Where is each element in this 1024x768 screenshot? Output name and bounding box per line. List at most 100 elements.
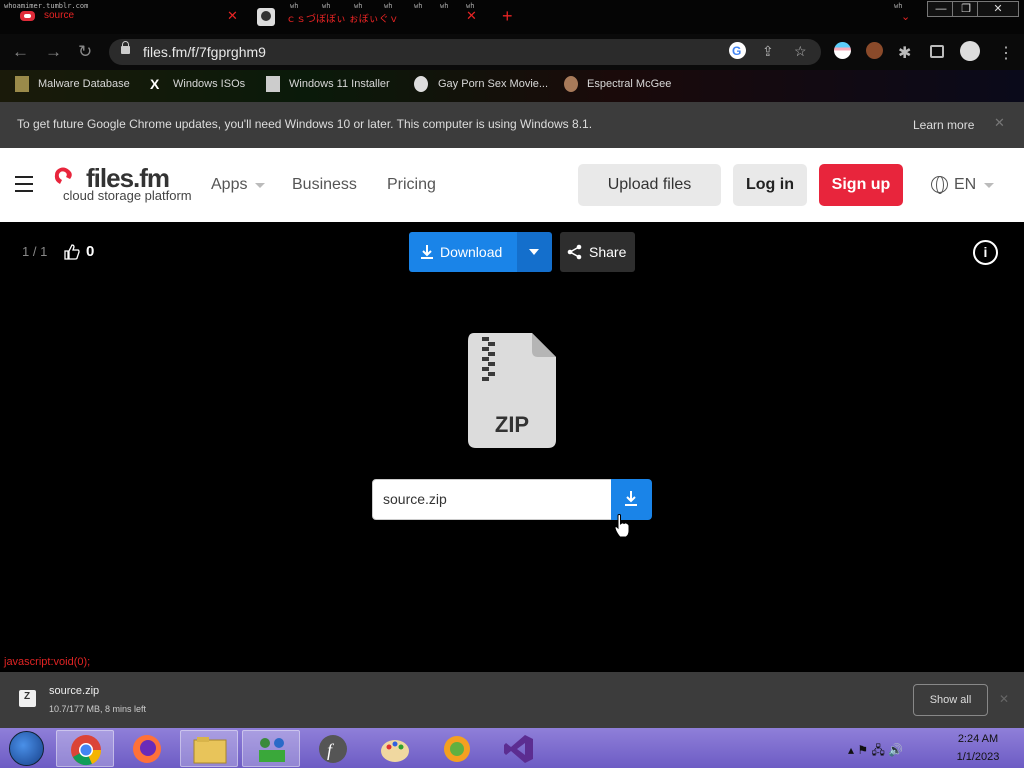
file-type-label: ZIP bbox=[494, 412, 530, 437]
hand-cursor-icon bbox=[614, 514, 630, 538]
share-label: Share bbox=[589, 244, 627, 260]
extension-flag-icon[interactable] bbox=[834, 42, 851, 59]
tab-search-icon[interactable]: ⌄ bbox=[901, 10, 910, 23]
download-label: Download bbox=[440, 244, 503, 260]
system-tray[interactable]: ▴ ⚑ 🖧 🔊 bbox=[848, 741, 903, 762]
page-counter: 1 / 1 bbox=[22, 244, 48, 259]
extensions-puzzle-icon[interactable]: ✱ bbox=[898, 43, 911, 63]
tab-close-icon[interactable]: ✕ bbox=[466, 8, 477, 24]
show-all-button[interactable]: Show all bbox=[913, 684, 988, 716]
bookmark-favicon-icon bbox=[564, 76, 578, 92]
firefox-icon bbox=[133, 735, 161, 763]
taskbar-chrome[interactable] bbox=[56, 730, 114, 767]
start-button[interactable] bbox=[9, 731, 44, 766]
new-tab-button[interactable]: + bbox=[502, 6, 513, 27]
bookmark-malware-database[interactable]: Malware Database bbox=[38, 78, 130, 90]
globe-icon[interactable] bbox=[931, 176, 948, 194]
zip-file-icon[interactable] bbox=[19, 690, 36, 707]
download-icon bbox=[421, 245, 433, 259]
download-button[interactable]: Download bbox=[409, 232, 517, 272]
infobar-text: To get future Google Chrome updates, you… bbox=[17, 117, 593, 131]
nav-apps[interactable]: Apps bbox=[211, 176, 247, 194]
tab-title: ｃｓづぼぼぃ ぉぼぃぐｖ bbox=[286, 14, 399, 25]
taskbar-clock[interactable]: 2:24 AM bbox=[950, 733, 1006, 745]
infobar-close-icon[interactable]: ✕ bbox=[994, 115, 1005, 131]
bookmark-favicon-icon bbox=[266, 76, 280, 92]
status-bar-url: javascript:void(0); bbox=[4, 656, 91, 668]
taskbar-file-explorer[interactable] bbox=[180, 730, 238, 767]
google-icon[interactable]: G bbox=[729, 42, 746, 59]
taskbar-visual-studio[interactable] bbox=[490, 730, 548, 767]
bookmark-espectral-mcgee[interactable]: Espectral McGee bbox=[587, 78, 671, 90]
learn-more-link[interactable]: Learn more bbox=[913, 118, 974, 132]
sign-up-button[interactable]: Sign up bbox=[819, 164, 903, 206]
share-button[interactable]: Share bbox=[560, 232, 635, 272]
close-window-button[interactable]: ✕ bbox=[977, 1, 1019, 17]
hamburger-menu-icon[interactable] bbox=[15, 176, 33, 192]
bookmark-favicon-icon bbox=[414, 76, 428, 92]
chevron-down-icon[interactable] bbox=[255, 183, 265, 188]
profile-icon[interactable] bbox=[960, 41, 980, 61]
lock-icon[interactable] bbox=[121, 41, 130, 54]
logo-subtitle: cloud storage platform bbox=[63, 188, 192, 203]
extension-avatar-icon[interactable] bbox=[866, 42, 883, 59]
paint-palette-icon bbox=[381, 740, 409, 762]
menu-kebab-icon[interactable]: ⋮ bbox=[998, 43, 1014, 63]
taskbar-network-app[interactable] bbox=[242, 730, 300, 767]
bookmark-windows11-installer[interactable]: Windows 11 Installer bbox=[289, 78, 390, 90]
reload-icon[interactable]: ↻ bbox=[78, 42, 92, 62]
taskbar-app[interactable] bbox=[428, 730, 486, 767]
restore-button[interactable]: ❐ bbox=[952, 1, 980, 17]
taskbar-paint[interactable] bbox=[366, 730, 424, 767]
forward-icon[interactable]: → bbox=[45, 42, 62, 62]
app-circle-icon bbox=[444, 736, 470, 762]
tab-tiny-text: wh bbox=[440, 2, 449, 10]
people-network-icon bbox=[259, 738, 285, 762]
upload-files-button[interactable]: Upload files bbox=[578, 164, 721, 206]
tab-tiny-text: wh bbox=[414, 2, 423, 10]
download-progress-text: 10.7/177 MB, 8 mins left bbox=[49, 704, 147, 714]
file-name-field[interactable]: source.zip bbox=[372, 479, 612, 520]
back-icon[interactable]: ← bbox=[12, 42, 29, 62]
download-icon bbox=[625, 491, 637, 506]
url-text[interactable]: files.fm/f/7fgprghm9 bbox=[143, 44, 266, 60]
download-options-caret[interactable] bbox=[517, 232, 552, 272]
shelf-close-icon[interactable]: ✕ bbox=[999, 692, 1009, 706]
bookmark-x-icon: X bbox=[150, 76, 160, 92]
chrome-icon bbox=[71, 735, 102, 766]
minimize-button[interactable]: — bbox=[927, 1, 955, 17]
tab-favicon-icon bbox=[257, 8, 275, 26]
tab-title: source bbox=[44, 10, 75, 21]
bookmark-favicon-icon bbox=[15, 76, 29, 92]
tab-tiny-text: wh bbox=[322, 2, 331, 10]
tab-second[interactable]: ｃｓづぼぼぃ ぉぼぃぐｖ ✕ bbox=[250, 0, 490, 34]
visual-studio-icon bbox=[504, 735, 533, 763]
svg-text:G: G bbox=[732, 44, 741, 58]
taskbar-date[interactable]: 1/1/2023 bbox=[950, 751, 1006, 763]
chevron-down-icon[interactable] bbox=[984, 183, 994, 188]
nav-pricing[interactable]: Pricing bbox=[387, 176, 436, 194]
info-icon[interactable]: i bbox=[973, 240, 998, 265]
taskbar-firefox[interactable] bbox=[118, 730, 176, 767]
download-shelf bbox=[0, 672, 1024, 728]
nav-business[interactable]: Business bbox=[292, 176, 357, 194]
language-selector[interactable]: EN bbox=[954, 176, 976, 194]
files-fm-logo-icon[interactable] bbox=[53, 166, 73, 186]
bookmark-star-icon[interactable]: ☆ bbox=[794, 43, 807, 60]
share-page-icon[interactable]: ⇪ bbox=[762, 43, 774, 60]
taskbar-flash[interactable]: f bbox=[304, 730, 362, 767]
flash-icon: f bbox=[319, 735, 347, 763]
bookmarks-bar: Malware Database X Windows ISOs Windows … bbox=[0, 70, 1024, 102]
tab-tiny-text: wh bbox=[466, 2, 475, 10]
side-panel-icon[interactable] bbox=[930, 45, 944, 58]
folder-icon bbox=[193, 737, 227, 764]
tab-favicon-icon bbox=[20, 11, 35, 21]
log-in-button[interactable]: Log in bbox=[733, 164, 807, 206]
like-thumb-icon[interactable] bbox=[64, 244, 80, 260]
download-filename[interactable]: source.zip bbox=[49, 685, 99, 697]
tab-close-icon[interactable]: ✕ bbox=[227, 8, 238, 24]
bookmark-windows-isos[interactable]: Windows ISOs bbox=[173, 78, 245, 90]
tab-tiny-text: wh bbox=[384, 2, 393, 10]
bookmark-movie[interactable]: Gay Porn Sex Movie... bbox=[438, 78, 548, 90]
tab-source[interactable]: whoamimer.tumblr.com source ✕ bbox=[0, 0, 250, 34]
